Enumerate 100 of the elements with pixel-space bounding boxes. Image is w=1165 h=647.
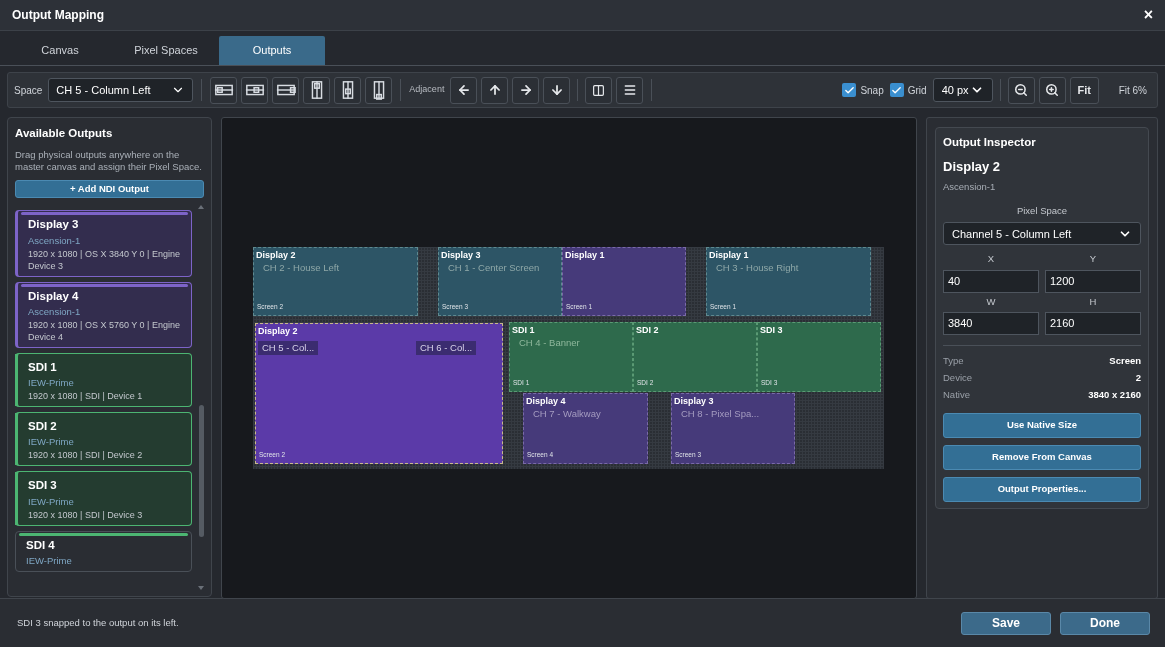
number-field[interactable]: 1200 — [1045, 269, 1141, 293]
output-details: 1920 x 1080 | SDI | Device 3 — [28, 508, 144, 521]
align-button[interactable] — [241, 76, 269, 104]
output-label: SDI 1 — [512, 324, 535, 337]
engine-name: IEW-Prime — [28, 377, 75, 389]
number-field[interactable]: 3840 — [943, 311, 1039, 335]
zoom-in-icon — [1045, 83, 1060, 97]
engine-name: Ascension-1 — [943, 179, 997, 194]
panel-description: Drag physical outputs anywhere on the master canvas and assign their Pixel Space. — [15, 149, 203, 174]
align-button[interactable] — [334, 76, 362, 104]
output-details: 1920 x 1080 | SDI | Device 1 — [28, 390, 144, 402]
output-label: Display 4 — [526, 395, 566, 408]
close-button[interactable]: × — [1143, 7, 1153, 23]
space-label: Space — [14, 83, 43, 98]
output-label: SDI 2 — [636, 324, 659, 337]
tab[interactable]: Outputs — [219, 36, 325, 65]
property-value: Screen — [1109, 354, 1141, 369]
scrollbar-thumb[interactable] — [198, 405, 204, 538]
space-label: CH 5 - Col... — [258, 341, 319, 356]
scroll-down-icon[interactable] — [198, 586, 204, 590]
space-label: CH 8 - Pixel Spa... — [680, 407, 761, 421]
menu-icon — [622, 83, 637, 97]
engine-name: Ascension-1 — [28, 305, 82, 318]
inspector-button[interactable]: Use Native Size — [943, 412, 1141, 438]
zoom-out-button[interactable] — [1007, 76, 1035, 104]
nudge-button[interactable] — [481, 76, 509, 104]
inspector-button[interactable]: Output Properties... — [943, 476, 1141, 502]
engine-name: Ascension-1 — [28, 234, 82, 247]
output-label: Display 3 — [674, 395, 714, 408]
footer-button[interactable]: Save — [961, 611, 1051, 635]
fit-button[interactable]: Fit — [1069, 76, 1099, 104]
output-card[interactable]: SDI 3 IEW-Prime 1920 x 1080 | SDI | Device 3 — [15, 471, 192, 526]
align-button[interactable] — [210, 76, 238, 104]
align-button[interactable] — [303, 76, 331, 104]
output-label: Display 3 — [441, 249, 481, 262]
field-label: Y — [1089, 252, 1097, 267]
inspector-button[interactable]: Remove From Canvas — [943, 444, 1141, 470]
output-name: Display 3 — [28, 217, 80, 233]
field-label: H — [1089, 294, 1097, 309]
space-label: CH 1 - Center Screen — [447, 261, 541, 275]
menu-button[interactable] — [616, 76, 644, 104]
property-label: Type — [943, 354, 964, 369]
zoom-in-button[interactable] — [1038, 76, 1066, 104]
align-button[interactable] — [365, 76, 393, 104]
space-label: CH 7 - Walkway — [532, 407, 602, 421]
inspector-title: Output Inspector — [943, 135, 1037, 150]
nudge-button[interactable] — [450, 76, 478, 104]
zoom-readout: Fit 6% — [1118, 83, 1147, 98]
property-label: Native — [943, 388, 970, 403]
property-value: 2 — [1135, 371, 1141, 386]
output-label: Display 2 — [258, 325, 298, 338]
space-label: CH 2 - House Left — [262, 261, 341, 275]
footer-button[interactable]: Done — [1060, 611, 1150, 635]
output-details: 1920 x 1080 | OS X 3840 Y 0 | Engine Device 3 — [28, 247, 181, 272]
arrow-right-icon — [518, 83, 533, 97]
output-card[interactable]: Display 3 Ascension-1 1920 x 1080 | OS X 3840 Y 0 | Engine Device 3 — [15, 210, 192, 277]
grid-label: Grid — [907, 83, 927, 98]
columns-icon — [592, 83, 606, 97]
output-name: SDI 3 — [28, 478, 58, 494]
property-value: 3840 x 2160 — [1088, 388, 1141, 403]
output-label: SDI 3 — [760, 324, 783, 337]
pixel-space-select[interactable]: Channel 5 - Column Left — [943, 222, 1141, 246]
arrow-left-icon — [456, 83, 471, 97]
output-details: 1920 x 1080 | SDI | Device 2 — [28, 449, 144, 462]
field-label: X — [987, 252, 995, 267]
scroll-up-icon[interactable] — [198, 205, 204, 210]
columns-button[interactable] — [585, 76, 613, 104]
output-name: SDI 1 — [28, 359, 58, 375]
output-card[interactable]: SDI 1 IEW-Prime 1920 x 1080 | SDI | Device 1 — [15, 352, 192, 407]
output-label: Display 1 — [709, 249, 749, 262]
tab[interactable]: Canvas — [7, 36, 113, 65]
adjacent-label: Adjacent — [409, 83, 445, 97]
output-name: Display 4 — [28, 288, 80, 304]
nudge-button[interactable] — [512, 76, 540, 104]
tab[interactable]: Pixel Spaces — [113, 36, 219, 65]
snap-label: Snap — [860, 83, 884, 98]
align-button[interactable] — [272, 76, 300, 104]
add-ndi-button[interactable]: + Add NDI Output — [15, 180, 204, 199]
zoom-out-icon — [1014, 83, 1029, 97]
checkbox[interactable] — [842, 83, 857, 97]
pixel-space-label: Pixel Space — [1016, 204, 1068, 218]
output-name: Display 2 — [943, 158, 1002, 177]
window-title: Output Mapping — [12, 7, 104, 24]
output-card[interactable]: SDI 2 IEW-Prime 1920 x 1080 | SDI | Device 2 — [15, 412, 192, 467]
output-card[interactable]: Display 4 Ascension-1 1920 x 1080 | OS X 5760 Y 0 | Engine Device 4 — [15, 281, 192, 348]
number-field[interactable]: 2160 — [1045, 311, 1141, 335]
output-name: SDI 4 — [26, 537, 56, 553]
output-details: 1920 x 1080 | OS X 5760 Y 0 | Engine Device 4 — [28, 318, 181, 343]
space-select[interactable]: CH 5 - Column Left — [48, 78, 194, 102]
engine-name: IEW-Prime — [28, 436, 75, 449]
nudge-button[interactable] — [543, 76, 571, 104]
property-label: Device — [943, 371, 973, 386]
output-label: Display 2 — [256, 249, 296, 262]
number-field[interactable]: 40 — [943, 269, 1039, 293]
field-label: W — [986, 294, 996, 309]
output-name: SDI 2 — [28, 419, 58, 434]
checkbox[interactable] — [889, 83, 904, 97]
grid-size-select[interactable]: 40 px — [932, 78, 993, 102]
space-label: CH 3 - House Right — [715, 261, 800, 275]
output-card[interactable]: SDI 4 IEW-Prime — [15, 530, 192, 572]
